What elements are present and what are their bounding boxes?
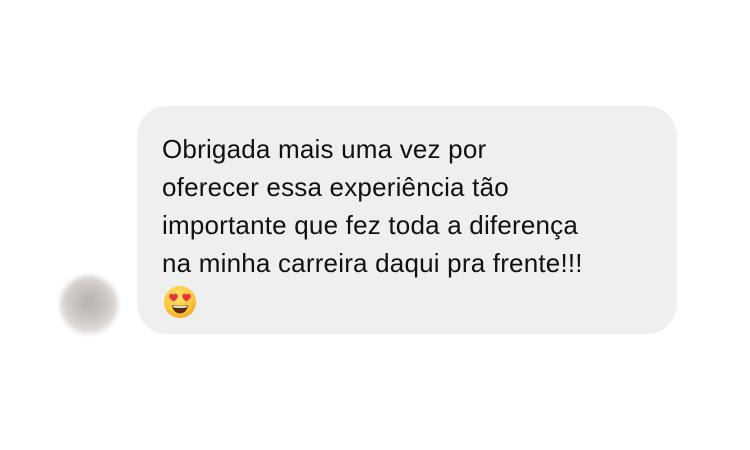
heart-eyes-emoji-icon — [164, 286, 196, 318]
chat-view: Obrigada mais uma vez por oferecer essa … — [0, 0, 750, 450]
message-text: Obrigada mais uma vez por oferecer essa … — [162, 134, 583, 278]
message-bubble[interactable]: Obrigada mais uma vez por oferecer essa … — [137, 106, 677, 334]
avatar[interactable] — [60, 276, 118, 334]
